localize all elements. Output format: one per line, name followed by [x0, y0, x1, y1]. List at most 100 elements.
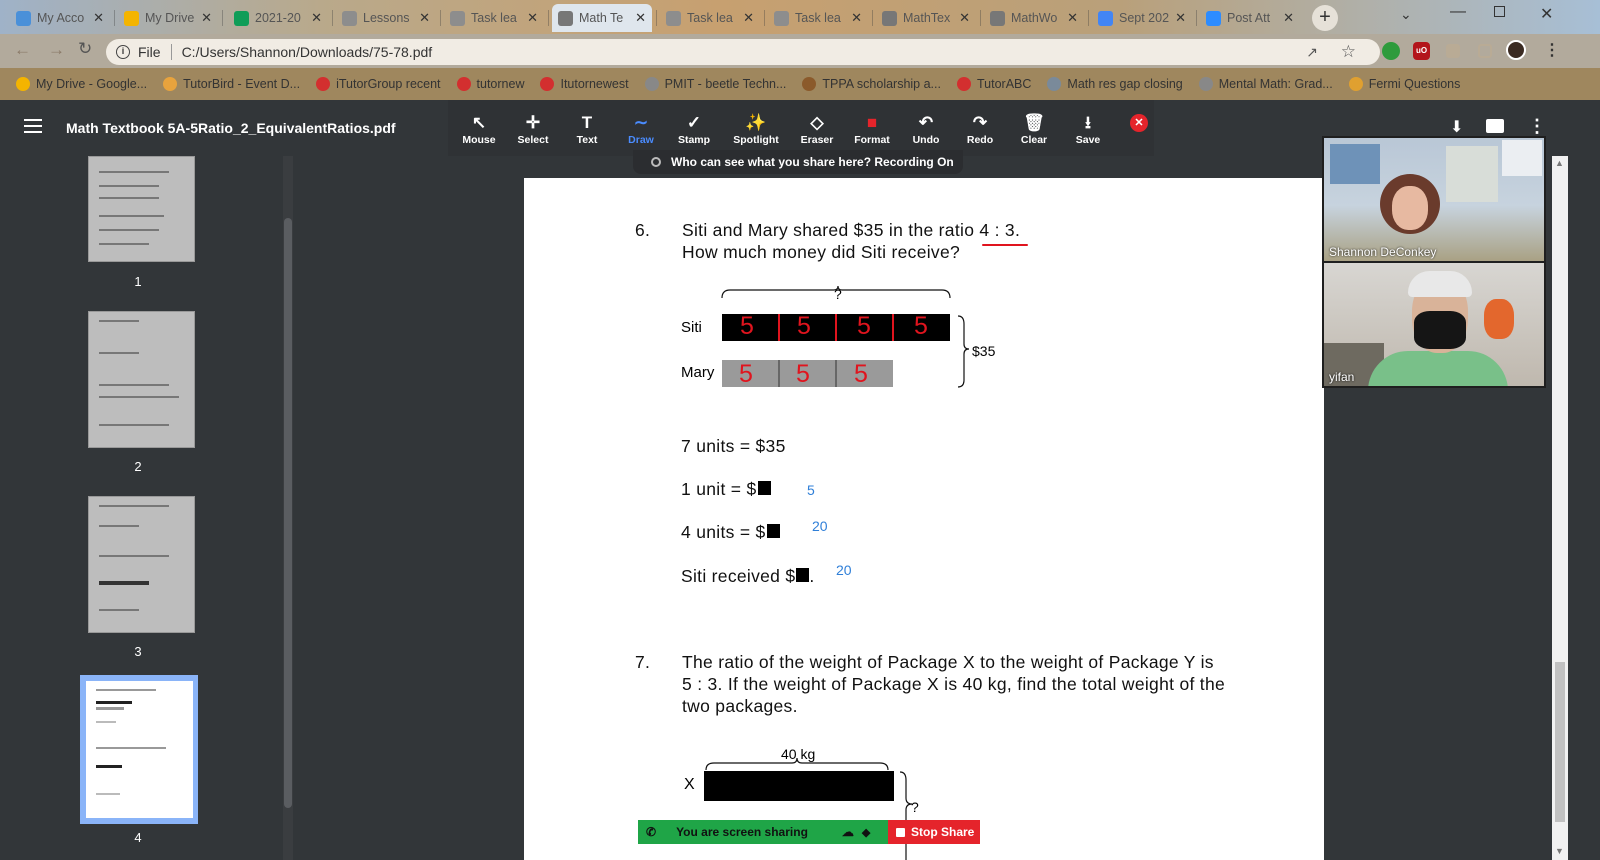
- bookmark-6[interactable]: PMIT - beetle Techn...: [644, 77, 786, 91]
- background-object: [1484, 299, 1514, 339]
- recording-notice[interactable]: Who can see what you share here? Recordi…: [633, 150, 963, 174]
- minimize-button[interactable]: —: [1450, 3, 1466, 21]
- reload-icon[interactable]: ↻: [78, 39, 92, 59]
- tab-4[interactable]: Lessons ✕: [336, 4, 436, 32]
- media-icon[interactable]: [1478, 44, 1492, 58]
- bookmark-11[interactable]: Fermi Questions: [1348, 77, 1461, 91]
- bookmark-label: Fermi Questions: [1368, 77, 1461, 91]
- tab-12[interactable]: Post Att ✕: [1200, 4, 1300, 32]
- save-tool-label: Save: [1075, 134, 1101, 146]
- scroll-up-arrow[interactable]: ▲: [1555, 158, 1564, 168]
- extension-icon[interactable]: [1382, 42, 1400, 60]
- save-tool[interactable]: ⭳ Save: [1061, 112, 1115, 146]
- drag-handle-icon[interactable]: ✆: [646, 825, 656, 839]
- share-icon[interactable]: ↗: [1306, 44, 1318, 61]
- pdf-page: 6. Siti and Mary shared $35 in the ratio…: [524, 178, 1324, 860]
- back-icon[interactable]: ←: [14, 40, 31, 60]
- more-options-icon[interactable]: ⋮: [1528, 116, 1546, 137]
- page-thumbnail-4[interactable]: [86, 681, 193, 818]
- bookmark-7[interactable]: TPPA scholarship a...: [802, 77, 941, 91]
- redo-tool[interactable]: ↷ Redo: [953, 112, 1007, 146]
- bookmark-8[interactable]: TutorABC: [956, 77, 1031, 91]
- eraser-tool[interactable]: ◇ Eraser: [790, 112, 844, 146]
- close-tab-icon[interactable]: ✕: [1067, 10, 1078, 26]
- download-icon[interactable]: ⬇: [1450, 117, 1463, 137]
- video-tile-shannon[interactable]: Shannon DeConkey: [1324, 138, 1544, 261]
- page-scroll-thumb[interactable]: [1555, 662, 1565, 822]
- tab-3[interactable]: 2021-20 ✕: [228, 4, 328, 32]
- close-tab-icon[interactable]: ✕: [1283, 10, 1294, 26]
- document-title: Math Textbook 5A-5Ratio_2_EquivalentRati…: [66, 120, 396, 136]
- bookmark-label: Math res gap closing: [1067, 77, 1183, 91]
- video-tile-yifan[interactable]: yifan: [1324, 263, 1544, 386]
- close-tab-icon[interactable]: ✕: [527, 10, 538, 26]
- bookmark-star-icon[interactable]: ☆: [1341, 42, 1356, 62]
- close-tab-icon[interactable]: ✕: [1175, 10, 1186, 26]
- tab-5[interactable]: Task lea ✕: [444, 4, 544, 32]
- sidebar-scrollbar[interactable]: [283, 156, 293, 860]
- extensions-puzzle-icon[interactable]: [1446, 44, 1460, 58]
- close-annotate-button[interactable]: ✕: [1130, 114, 1148, 132]
- bookmark-4[interactable]: tutornew: [456, 77, 524, 91]
- bookmark-2[interactable]: TutorBird - Event D...: [163, 77, 300, 91]
- close-tab-icon[interactable]: ✕: [93, 10, 104, 26]
- undo-tool[interactable]: ↶ Undo: [899, 112, 953, 146]
- bookmark-9[interactable]: Math res gap closing: [1047, 77, 1183, 91]
- bookmark-10[interactable]: Mental Math: Grad...: [1198, 77, 1333, 91]
- sidebar-scroll-thumb[interactable]: [284, 218, 292, 808]
- menu-icon[interactable]: [24, 119, 42, 133]
- close-tab-icon[interactable]: ✕: [959, 10, 970, 26]
- close-window-button[interactable]: ✕: [1540, 4, 1553, 24]
- bookmark-3[interactable]: iTutorGroup recent: [316, 77, 441, 91]
- profile-avatar[interactable]: [1506, 40, 1526, 60]
- bookmark-5[interactable]: Itutornewest: [540, 77, 629, 91]
- tab-title: Sept 202: [1119, 11, 1170, 25]
- close-tab-icon[interactable]: ✕: [635, 10, 646, 26]
- format-tool[interactable]: ■ Format: [845, 112, 899, 146]
- browser-menu-icon[interactable]: ⋮: [1544, 40, 1560, 60]
- tab-10[interactable]: MathWo ✕: [984, 4, 1084, 32]
- tab-9[interactable]: MathTex ✕: [876, 4, 976, 32]
- restore-button[interactable]: [1494, 6, 1505, 17]
- mouse-tool[interactable]: ↖ Mouse: [452, 112, 506, 146]
- new-tab-button[interactable]: +: [1312, 5, 1338, 31]
- print-icon[interactable]: [1486, 119, 1504, 133]
- forward-icon[interactable]: →: [48, 40, 65, 60]
- tab-1[interactable]: My Acco ✕: [10, 4, 110, 32]
- tab-8[interactable]: Task lea ✕: [768, 4, 868, 32]
- step-2: 1 unit = $: [681, 479, 771, 500]
- scroll-down-arrow[interactable]: ▼: [1555, 846, 1564, 856]
- tab-search-icon[interactable]: ⌄: [1400, 6, 1412, 23]
- page-thumbnail-1[interactable]: [88, 156, 195, 262]
- select-tool[interactable]: ✛ Select: [506, 112, 560, 146]
- tab-11[interactable]: Sept 202 ✕: [1092, 4, 1192, 32]
- draw-icon: ∼: [633, 113, 649, 132]
- url-text[interactable]: C:/Users/Shannon/Downloads/75-78.pdf: [182, 44, 433, 60]
- close-tab-icon[interactable]: ✕: [743, 10, 754, 26]
- page-thumbnail-2[interactable]: [88, 311, 195, 448]
- tab-6[interactable]: Math Te ✕: [552, 4, 652, 32]
- select-tool-label: Select: [517, 134, 549, 146]
- close-tab-icon[interactable]: ✕: [201, 10, 212, 26]
- tab-2[interactable]: My Drive ✕: [118, 4, 218, 32]
- tab-separator: [656, 10, 657, 26]
- page-scrollbar[interactable]: ▲ ▼: [1552, 156, 1568, 860]
- draw-tool[interactable]: ∼ Draw: [614, 112, 668, 146]
- close-tab-icon[interactable]: ✕: [419, 10, 430, 26]
- share-status[interactable]: ✆ You are screen sharing ☁ ◆: [638, 820, 888, 844]
- page-thumbnail-3[interactable]: [88, 496, 195, 633]
- spotlight-tool[interactable]: ✨ Spotlight: [729, 112, 783, 146]
- text-tool[interactable]: T Text: [560, 112, 614, 146]
- stop-share-button[interactable]: Stop Share: [888, 820, 980, 844]
- stamp-tool[interactable]: ✓ Stamp: [667, 112, 721, 146]
- clear-tool[interactable]: 🗑 Clear: [1007, 112, 1061, 146]
- address-bar[interactable]: i File C:/Users/Shannon/Downloads/75-78.…: [106, 39, 1380, 65]
- tab-7[interactable]: Task lea ✕: [660, 4, 760, 32]
- ublock-icon[interactable]: uO: [1413, 42, 1430, 60]
- bookmark-1[interactable]: My Drive - Google...: [16, 77, 147, 91]
- info-icon[interactable]: i: [116, 45, 130, 59]
- q6-bar-top-label: ?: [834, 286, 842, 302]
- close-tab-icon[interactable]: ✕: [311, 10, 322, 26]
- close-tab-icon[interactable]: ✕: [851, 10, 862, 26]
- bookmark-favicon: [163, 77, 178, 91]
